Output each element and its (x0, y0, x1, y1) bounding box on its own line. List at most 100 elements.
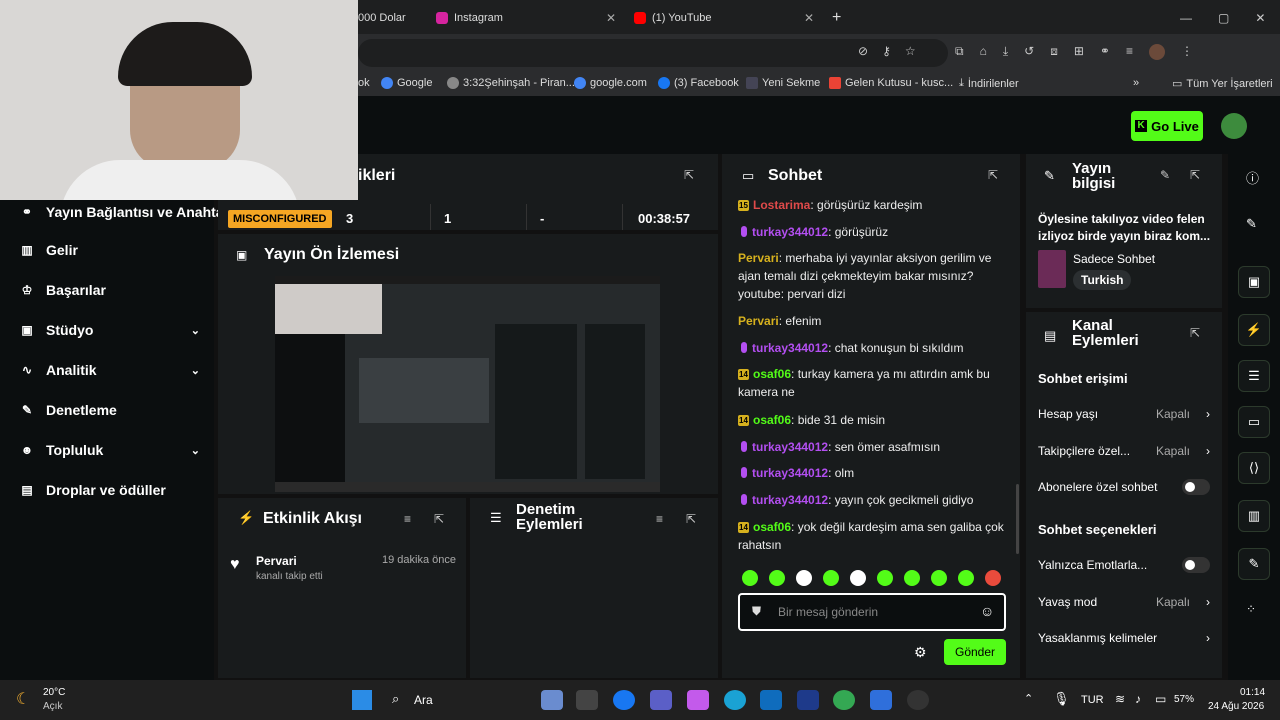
sidebar-item-community[interactable]: ☻ Topluluk ⌄ (20, 442, 200, 458)
battery-icon[interactable]: ▭ (1155, 692, 1166, 706)
popout-icon[interactable]: ⇱ (1190, 168, 1200, 182)
sidebar-item-studio[interactable]: ▣ Stüdyo ⌄ (20, 322, 200, 338)
mic-icon[interactable]: 🎙︎ (1053, 691, 1070, 707)
emoji-icon[interactable]: ☺ (980, 603, 994, 619)
info-icon[interactable]: ⓘ (1246, 168, 1259, 187)
outlook-icon[interactable] (797, 690, 819, 710)
download-icon[interactable]: ⤓ (1003, 44, 1008, 60)
chat-username[interactable]: turkay344012 (752, 225, 828, 239)
chat-scrollbar[interactable] (1016, 484, 1019, 554)
chat-username[interactable]: Pervari (738, 251, 779, 265)
obs-icon[interactable] (907, 690, 929, 710)
emote-icon[interactable] (877, 570, 893, 586)
eye-off-icon[interactable]: ⊘ (858, 44, 868, 58)
bookmark-item[interactable]: ok (358, 77, 370, 89)
bookmark-item[interactable]: Yeni Sekme (746, 77, 820, 89)
bookmark-item[interactable]: 3:32Şehinşah - Piran... (447, 77, 575, 89)
edit-icon[interactable]: ✎ (1160, 168, 1170, 182)
sidebar-item-achievements[interactable]: ♔ Başarılar (20, 282, 200, 298)
extension-icon[interactable]: ⧉ (955, 44, 964, 60)
apps-icon[interactable]: ⊞ (1074, 44, 1084, 60)
emote-icon[interactable] (904, 570, 920, 586)
chat-username[interactable]: turkay344012 (752, 341, 828, 355)
tab-youtube[interactable]: (1) YouTube ✕ (634, 6, 814, 30)
maximize-icon[interactable]: ▢ (1218, 11, 1229, 25)
gear-icon[interactable]: ⚙ (914, 644, 927, 661)
chat-username[interactable]: turkay344012 (752, 466, 828, 480)
edge-icon[interactable] (724, 690, 746, 710)
avatar[interactable] (1221, 113, 1247, 139)
bookmark-item[interactable]: google.com (574, 77, 647, 89)
weather-temp[interactable]: 20°C (43, 687, 65, 698)
bookmark-item[interactable]: ⤓ İndirilenler (959, 77, 1019, 90)
close-icon[interactable]: ✕ (804, 11, 814, 25)
lightning-icon[interactable]: ⚡ (1238, 314, 1270, 346)
code-icon[interactable]: ⟨⟩ (1238, 452, 1270, 484)
copilot-icon[interactable] (687, 690, 709, 710)
lock-icon[interactable]: ⌂ (980, 44, 987, 60)
chat-username[interactable]: Pervari (738, 314, 779, 328)
sidebar-item-moderation[interactable]: ✎ Denetleme (20, 402, 200, 418)
followers-only-setting[interactable]: Takipçilere özel... Kapalı › (1038, 444, 1210, 458)
emote-icon[interactable] (796, 570, 812, 586)
emote-icon[interactable] (931, 570, 947, 586)
teams-icon[interactable] (650, 690, 672, 710)
activity-user[interactable]: Pervari (256, 554, 297, 568)
go-live-button[interactable]: K Go Live (1131, 111, 1203, 141)
taskbar-search[interactable]: Ara (414, 693, 433, 707)
category-name[interactable]: Sadece Sohbet (1073, 252, 1155, 266)
taskview-icon[interactable] (541, 690, 563, 710)
sidebar-item-analytics[interactable]: ∿ Analitik ⌄ (20, 362, 200, 378)
tab-instagram[interactable]: Instagram ✕ (436, 6, 616, 30)
emote-icon[interactable] (742, 570, 758, 586)
volume-icon[interactable]: ♪ (1135, 692, 1141, 706)
all-bookmarks[interactable]: ▭ Tüm Yer İşaretleri (1172, 77, 1273, 91)
wrench-icon[interactable]: ✎ (1238, 548, 1270, 580)
popout-icon[interactable]: ⇱ (684, 168, 694, 182)
profile-icon[interactable] (1148, 44, 1165, 60)
key-icon[interactable]: ⚷ (882, 44, 891, 58)
chat-username[interactable]: turkay344012 (752, 493, 828, 507)
chat-username[interactable]: osaf06 (753, 413, 791, 427)
emote-icon[interactable] (958, 570, 974, 586)
emote-icon[interactable] (823, 570, 839, 586)
app-icon[interactable] (870, 690, 892, 710)
history-icon[interactable]: ↺ (1024, 44, 1034, 60)
tab-dolar[interactable]: 000 Dolar (358, 6, 420, 30)
preview-toggle-icon[interactable]: ▣ (1238, 266, 1270, 298)
close-icon[interactable]: ✕ (606, 11, 616, 25)
chat-toggle-icon[interactable]: ▭ (1238, 406, 1270, 438)
popout-icon[interactable]: ⇱ (988, 168, 998, 182)
clock-time[interactable]: 01:14 (1240, 687, 1265, 698)
slow-mode-setting[interactable]: Yavaş mod Kapalı › (1038, 595, 1210, 609)
send-button[interactable]: Gönder (944, 639, 1006, 665)
sidebar-item-drops[interactable]: ▤ Droplar ve ödüller (20, 482, 200, 498)
chat-input[interactable]: ⛊ Bir mesaj gönderin ☺ (738, 593, 1006, 631)
filter-icon[interactable]: ≡ (656, 512, 663, 526)
star-icon[interactable]: ☆ (905, 44, 916, 58)
bookmark-item[interactable]: Gelen Kutusu - kusc... (829, 77, 953, 89)
layout-icon[interactable]: ▥ (1238, 500, 1270, 532)
emote-only-toggle[interactable] (1182, 557, 1210, 573)
new-tab-button[interactable]: + (832, 6, 841, 30)
sidebar-item-stream-link[interactable]: ⚭ Yayın Bağlantısı ve Anahtar (20, 204, 220, 220)
chevron-up-icon[interactable]: ⌃ (1024, 692, 1033, 705)
account-age-setting[interactable]: Hesap yaşı Kapalı › (1038, 407, 1210, 421)
chat-username[interactable]: osaf06 (753, 367, 791, 381)
reading-list-icon[interactable]: ≡ (1126, 44, 1133, 60)
wifi-icon[interactable]: ≋ (1115, 692, 1125, 706)
chrome-icon[interactable] (833, 690, 855, 710)
menu-icon[interactable]: ⋮ (1181, 44, 1193, 60)
popout-icon[interactable]: ⇱ (686, 512, 696, 526)
bookmarks-overflow[interactable]: » (1133, 77, 1139, 89)
facebook-app-icon[interactable] (613, 690, 635, 710)
windows-start-icon[interactable] (352, 690, 372, 710)
widgets-icon[interactable] (576, 690, 598, 710)
store-icon[interactable] (760, 690, 782, 710)
popout-icon[interactable]: ⇱ (434, 512, 444, 526)
emote-icon[interactable] (769, 570, 785, 586)
bookmark-item[interactable]: (3) Facebook (658, 77, 739, 89)
popout-icon[interactable]: ⇱ (1190, 326, 1200, 340)
scroll-icon[interactable]: ⁘ (1246, 602, 1256, 616)
pencil-icon[interactable]: ✎ (1246, 216, 1257, 232)
